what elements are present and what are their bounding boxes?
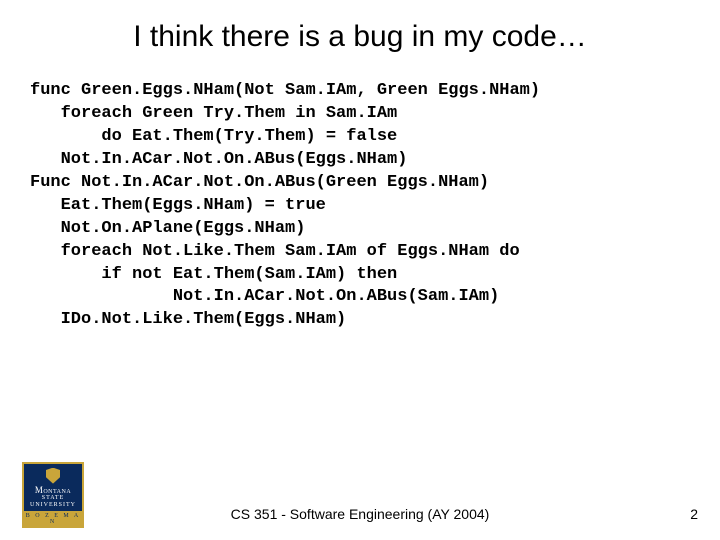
logo-top: Montana STATE UNIVERSITY	[22, 462, 84, 511]
footer-text: CS 351 - Software Engineering (AY 2004)	[0, 506, 720, 522]
slide-title: I think there is a bug in my code…	[0, 20, 720, 54]
code-block: func Green.Eggs.NHam(Not Sam.IAm, Green …	[30, 80, 690, 332]
slide: I think there is a bug in my code… func …	[0, 0, 720, 540]
page-number: 2	[690, 506, 698, 522]
logo-line1: Montana	[26, 486, 80, 495]
shield-icon	[46, 468, 60, 484]
